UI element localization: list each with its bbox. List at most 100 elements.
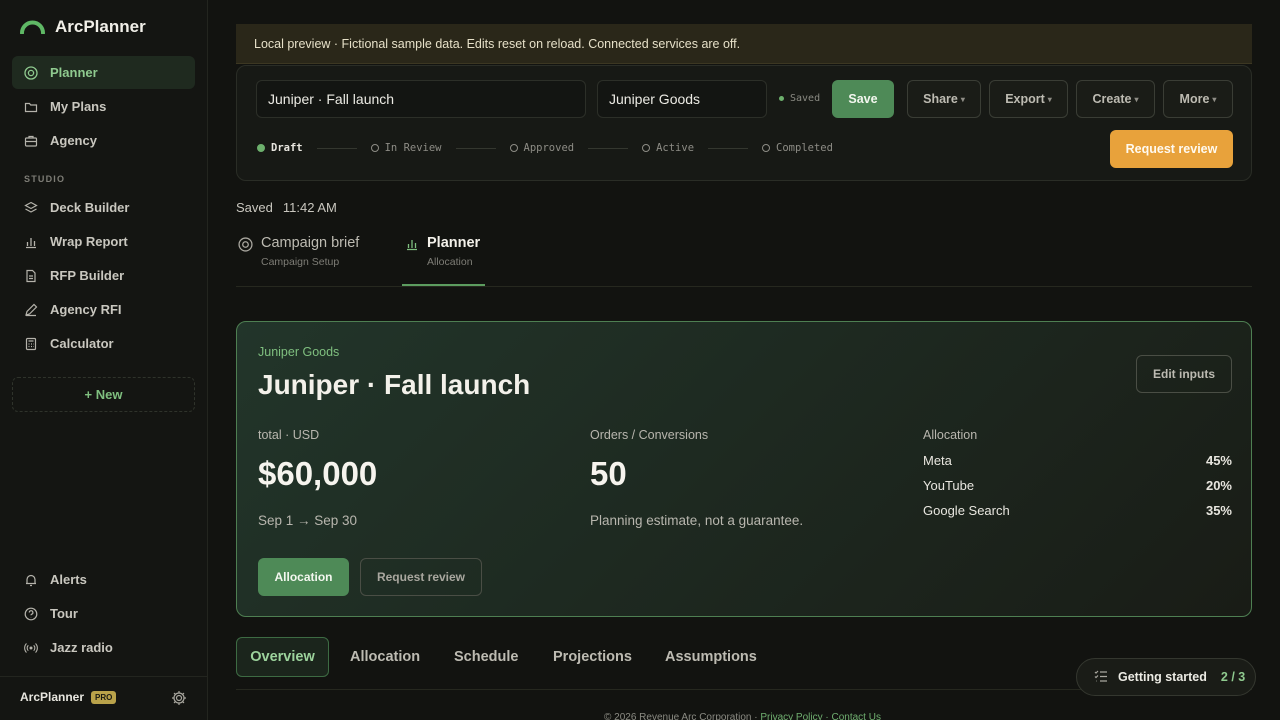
- allocation-row: Google Search 35%: [923, 503, 1232, 518]
- status-label: Completed: [776, 142, 833, 154]
- tab-projections[interactable]: Projections: [553, 637, 632, 677]
- sidebar-item-agency-rfi[interactable]: Agency RFI: [12, 293, 195, 326]
- sidebar-item-label: Agency: [50, 133, 97, 148]
- tab-subtitle: Allocation: [427, 256, 473, 268]
- status-completed[interactable]: Completed: [762, 142, 833, 154]
- allocation-pct: 45%: [1205, 453, 1232, 468]
- new-button[interactable]: + New: [12, 377, 195, 412]
- saved-indicator-text: Saved: [790, 93, 821, 104]
- brand-input[interactable]: Juniper Goods: [597, 80, 767, 118]
- sidebar-item-label: My Plans: [50, 99, 107, 114]
- tab-label: Assumptions: [665, 649, 757, 665]
- sidebar-item-alerts[interactable]: Alerts: [12, 563, 195, 596]
- allocation-row: Meta 45%: [923, 453, 1232, 468]
- status-connector: [708, 147, 749, 149]
- tab-campaign-brief[interactable]: Campaign brief Campaign Setup: [238, 235, 359, 268]
- more-button[interactable]: More ▾: [1163, 80, 1233, 118]
- sidebar-item-wrap-report[interactable]: Wrap Report: [12, 225, 195, 258]
- document-icon: [24, 269, 38, 283]
- share-button[interactable]: Share ▾: [907, 80, 981, 118]
- new-label: + New: [84, 387, 123, 402]
- sidebar-item-agency[interactable]: Agency: [12, 124, 195, 157]
- preview-banner: Local preview · Fictional sample data. E…: [236, 24, 1252, 64]
- calculator-icon: [24, 337, 38, 351]
- status-connector: [316, 147, 357, 149]
- getting-started-button[interactable]: Getting started 2 / 3: [1076, 658, 1256, 696]
- status-label: In Review: [384, 142, 442, 154]
- sidebar-item-label: Wrap Report: [50, 234, 128, 249]
- folder-icon: [24, 100, 38, 114]
- request-review-button[interactable]: Request review: [1110, 130, 1233, 168]
- status-connector: [588, 147, 629, 149]
- bar-chart-icon: [24, 235, 38, 249]
- banner-text: Local preview · Fictional sample data. E…: [254, 36, 741, 51]
- briefcase-icon: [24, 134, 38, 148]
- save-label: Save: [848, 92, 878, 106]
- sidebar-item-tour[interactable]: Tour: [12, 597, 195, 630]
- status-dot-icon: [370, 144, 379, 152]
- tab-title: Planner: [427, 235, 481, 251]
- logo-icon: [20, 20, 45, 34]
- sidebar-item-label: Deck Builder: [50, 200, 130, 215]
- allocation-channel: Meta: [923, 453, 952, 468]
- status-active[interactable]: Active: [642, 142, 694, 154]
- export-label: Export: [1005, 92, 1045, 106]
- status-draft[interactable]: Draft: [257, 142, 303, 154]
- tab-label: Overview: [250, 649, 315, 665]
- allocation-channel: Google Search: [923, 503, 1010, 518]
- tab-allocation[interactable]: Allocation: [350, 637, 420, 677]
- allocation-pct: 20%: [1205, 478, 1232, 493]
- save-status: Saved 11:42 AM: [236, 200, 337, 215]
- export-button[interactable]: Export ▾: [989, 80, 1068, 118]
- contact-link[interactable]: Contact Us: [831, 712, 880, 720]
- radio-icon: [24, 641, 38, 655]
- orders-value: 50: [590, 455, 627, 492]
- budget-value: $60,000: [258, 455, 378, 492]
- tab-overview[interactable]: Overview: [236, 637, 329, 677]
- edit-inputs-button[interactable]: Edit inputs: [1136, 355, 1232, 393]
- account-name[interactable]: ArcPlanner PRO: [20, 690, 117, 704]
- allocation-row: YouTube 20%: [923, 478, 1232, 493]
- status-stepper: Draft In Review Approved Active Complete…: [257, 142, 833, 154]
- status-approved[interactable]: Approved: [509, 142, 574, 154]
- sidebar-item-label: Tour: [50, 606, 78, 621]
- sidebar-item-calculator[interactable]: Calculator: [12, 327, 195, 360]
- tab-schedule[interactable]: Schedule: [454, 637, 518, 677]
- create-button[interactable]: Create ▾: [1076, 80, 1155, 118]
- status-dot-icon: [642, 144, 651, 152]
- status-in-review[interactable]: In Review: [370, 142, 442, 154]
- tab-planner[interactable]: Planner Allocation: [405, 235, 480, 268]
- brand[interactable]: ArcPlanner: [20, 17, 146, 37]
- bell-icon: [24, 573, 38, 587]
- sidebar-item-jazz-radio[interactable]: Jazz radio: [12, 631, 195, 664]
- pen-icon: [24, 303, 38, 317]
- status-connector: [455, 147, 496, 149]
- section-label-studio: STUDIO: [24, 174, 66, 184]
- sidebar-item-label: Calculator: [50, 336, 114, 351]
- sidebar-footer: ArcPlanner PRO: [0, 676, 207, 720]
- sidebar-item-label: Jazz radio: [50, 640, 113, 655]
- create-label: Create: [1092, 92, 1132, 106]
- tab-assumptions[interactable]: Assumptions: [665, 637, 757, 677]
- chevron-down-icon: ▾: [960, 94, 965, 104]
- save-button[interactable]: Save: [832, 80, 894, 118]
- checklist-icon: [1094, 670, 1108, 685]
- plan-name-input[interactable]: Juniper · Fall launch: [256, 80, 586, 118]
- sidebar-item-rfp-builder[interactable]: RFP Builder: [12, 259, 195, 292]
- allocation-channel: YouTube: [923, 478, 975, 493]
- sidebar-item-deck-builder[interactable]: Deck Builder: [12, 191, 195, 224]
- allocation-label: Allocation: [923, 428, 978, 442]
- more-label: More: [1179, 92, 1210, 106]
- sidebar: ArcPlanner Planner My Plans Agency STUDI…: [0, 0, 208, 720]
- allocation-button-label: Allocation: [274, 570, 333, 584]
- footer-app-name: ArcPlanner: [20, 690, 85, 704]
- tab-subtitle: Campaign Setup: [261, 256, 340, 268]
- summary-request-review-button[interactable]: Request review: [360, 558, 482, 596]
- privacy-link[interactable]: Privacy Policy: [760, 712, 822, 720]
- chevron-down-icon: ▾: [1134, 94, 1139, 104]
- plan-header-card: Juniper · Fall launch Juniper Goods Save…: [236, 65, 1252, 181]
- allocation-button[interactable]: Allocation: [258, 558, 349, 596]
- gear-icon[interactable]: [170, 689, 188, 707]
- sidebar-item-planner[interactable]: Planner: [12, 56, 195, 89]
- sidebar-item-my-plans[interactable]: My Plans: [12, 90, 195, 123]
